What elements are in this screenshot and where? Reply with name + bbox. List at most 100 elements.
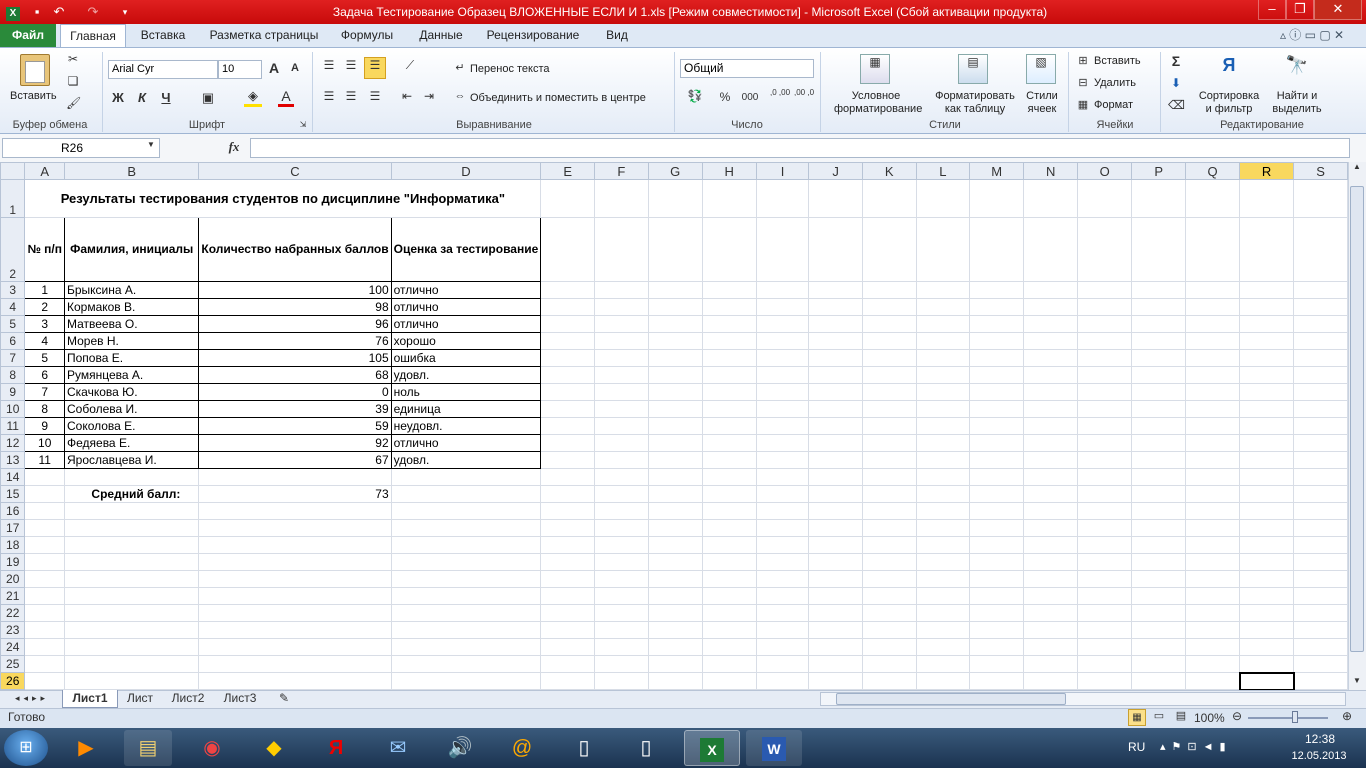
- empty-cell[interactable]: [861, 332, 917, 350]
- empty-cell[interactable]: [198, 570, 392, 588]
- empty-cell[interactable]: [540, 281, 596, 299]
- column-header[interactable]: K: [861, 162, 917, 180]
- empty-cell[interactable]: [969, 553, 1025, 571]
- insert-cells-button[interactable]: Вставить: [1094, 55, 1141, 68]
- empty-cell[interactable]: [540, 349, 596, 367]
- clear-icon[interactable]: ⌫: [1168, 98, 1185, 112]
- empty-cell[interactable]: [755, 638, 810, 656]
- grow-font-button[interactable]: A: [266, 60, 282, 76]
- empty-cell[interactable]: [701, 519, 757, 537]
- empty-cell[interactable]: [594, 570, 649, 588]
- empty-cell[interactable]: [808, 349, 863, 367]
- empty-cell[interactable]: [808, 315, 863, 333]
- row-header[interactable]: 2: [0, 217, 26, 282]
- empty-cell[interactable]: [915, 281, 971, 299]
- empty-cell[interactable]: [861, 536, 917, 554]
- empty-cell[interactable]: [755, 536, 810, 554]
- empty-cell[interactable]: [1239, 451, 1295, 469]
- empty-cell[interactable]: [808, 621, 863, 639]
- empty-cell[interactable]: [540, 519, 596, 537]
- empty-cell[interactable]: [1239, 570, 1295, 588]
- empty-cell[interactable]: [969, 587, 1025, 605]
- insert-function-button[interactable]: fx: [224, 139, 244, 155]
- empty-cell[interactable]: [1131, 672, 1187, 690]
- empty-cell[interactable]: [594, 451, 649, 469]
- empty-cell[interactable]: [390, 638, 542, 656]
- empty-cell[interactable]: [1023, 502, 1079, 520]
- merge-center-button[interactable]: Объединить и поместить в центре: [470, 92, 646, 105]
- empty-cell[interactable]: [390, 553, 542, 571]
- empty-cell[interactable]: [808, 298, 863, 316]
- empty-cell[interactable]: [540, 332, 596, 350]
- row-header[interactable]: 12: [0, 434, 26, 452]
- empty-cell[interactable]: [24, 604, 65, 622]
- empty-cell[interactable]: [1077, 519, 1133, 537]
- empty-cell[interactable]: [1023, 366, 1079, 384]
- save-icon[interactable]: ▪: [28, 3, 46, 21]
- empty-cell[interactable]: [63, 672, 200, 690]
- empty-cell[interactable]: [390, 655, 542, 673]
- empty-cell[interactable]: [198, 536, 392, 554]
- empty-cell[interactable]: [24, 536, 65, 554]
- empty-cell[interactable]: [594, 434, 649, 452]
- tab-view[interactable]: Вид: [596, 24, 638, 47]
- column-header[interactable]: F: [594, 162, 649, 180]
- empty-cell[interactable]: [540, 570, 596, 588]
- font-color-button[interactable]: A: [278, 88, 294, 107]
- empty-cell[interactable]: [969, 383, 1025, 401]
- align-bottom-icon[interactable]: ☰: [364, 57, 386, 79]
- format-painter-icon[interactable]: 🖌: [66, 96, 81, 110]
- empty-cell[interactable]: [594, 553, 649, 571]
- sheet-title-cell[interactable]: Результаты тестирования студентов по дис…: [24, 179, 542, 218]
- excel-icon[interactable]: X: [4, 3, 22, 21]
- empty-cell[interactable]: [861, 502, 917, 520]
- paste-icon[interactable]: [20, 54, 50, 86]
- empty-cell[interactable]: [915, 349, 971, 367]
- empty-cell[interactable]: [861, 655, 917, 673]
- empty-cell[interactable]: [969, 570, 1025, 588]
- empty-cell[interactable]: [1023, 621, 1079, 639]
- cell-grid[interactable]: A B C D E F G H I J K L M N O P Q R S 1 …: [0, 162, 1348, 690]
- empty-cell[interactable]: [755, 672, 810, 690]
- zoom-slider[interactable]: [1248, 717, 1328, 719]
- empty-cell[interactable]: [1293, 383, 1348, 401]
- column-header[interactable]: M: [969, 162, 1025, 180]
- empty-cell[interactable]: [1023, 655, 1079, 673]
- empty-cell[interactable]: [1077, 298, 1133, 316]
- currency-icon[interactable]: 💱: [684, 89, 706, 103]
- empty-cell[interactable]: [1131, 315, 1187, 333]
- empty-cell[interactable]: [755, 298, 810, 316]
- row-header[interactable]: 22: [0, 604, 26, 622]
- empty-cell[interactable]: [1293, 298, 1348, 316]
- empty-cell[interactable]: [1185, 502, 1241, 520]
- empty-cell[interactable]: [1077, 536, 1133, 554]
- empty-cell[interactable]: [390, 502, 542, 520]
- empty-cell[interactable]: [1077, 502, 1133, 520]
- empty-cell[interactable]: [647, 604, 703, 622]
- empty-cell[interactable]: [540, 298, 596, 316]
- empty-cell[interactable]: [1131, 281, 1187, 299]
- empty-cell[interactable]: [198, 587, 392, 605]
- sheet-tab[interactable]: Лист2: [164, 690, 212, 708]
- empty-cell[interactable]: [1023, 400, 1079, 418]
- empty-cell[interactable]: [594, 638, 649, 656]
- cell-number[interactable]: 11: [24, 451, 65, 469]
- empty-cell[interactable]: [1239, 349, 1295, 367]
- header-cell-name[interactable]: Фамилия, инициалы: [63, 217, 200, 282]
- empty-cell[interactable]: [1077, 366, 1133, 384]
- empty-cell[interactable]: [701, 400, 757, 418]
- empty-cell[interactable]: [540, 553, 596, 571]
- empty-cell[interactable]: [915, 315, 971, 333]
- empty-cell[interactable]: [1239, 604, 1295, 622]
- empty-cell[interactable]: [808, 536, 863, 554]
- document-icon[interactable]: ▯: [560, 730, 608, 766]
- delete-cells-button[interactable]: Удалить: [1094, 77, 1136, 90]
- empty-cell[interactable]: [1131, 553, 1187, 571]
- empty-cell[interactable]: [647, 383, 703, 401]
- empty-cell[interactable]: [1131, 604, 1187, 622]
- tray-icons[interactable]: ▴⚑⊡◄▮: [1160, 740, 1232, 753]
- row-header[interactable]: 25: [0, 655, 26, 673]
- empty-cell[interactable]: [808, 570, 863, 588]
- empty-cell[interactable]: [1185, 604, 1241, 622]
- autosum-button[interactable]: Σ: [1168, 53, 1184, 69]
